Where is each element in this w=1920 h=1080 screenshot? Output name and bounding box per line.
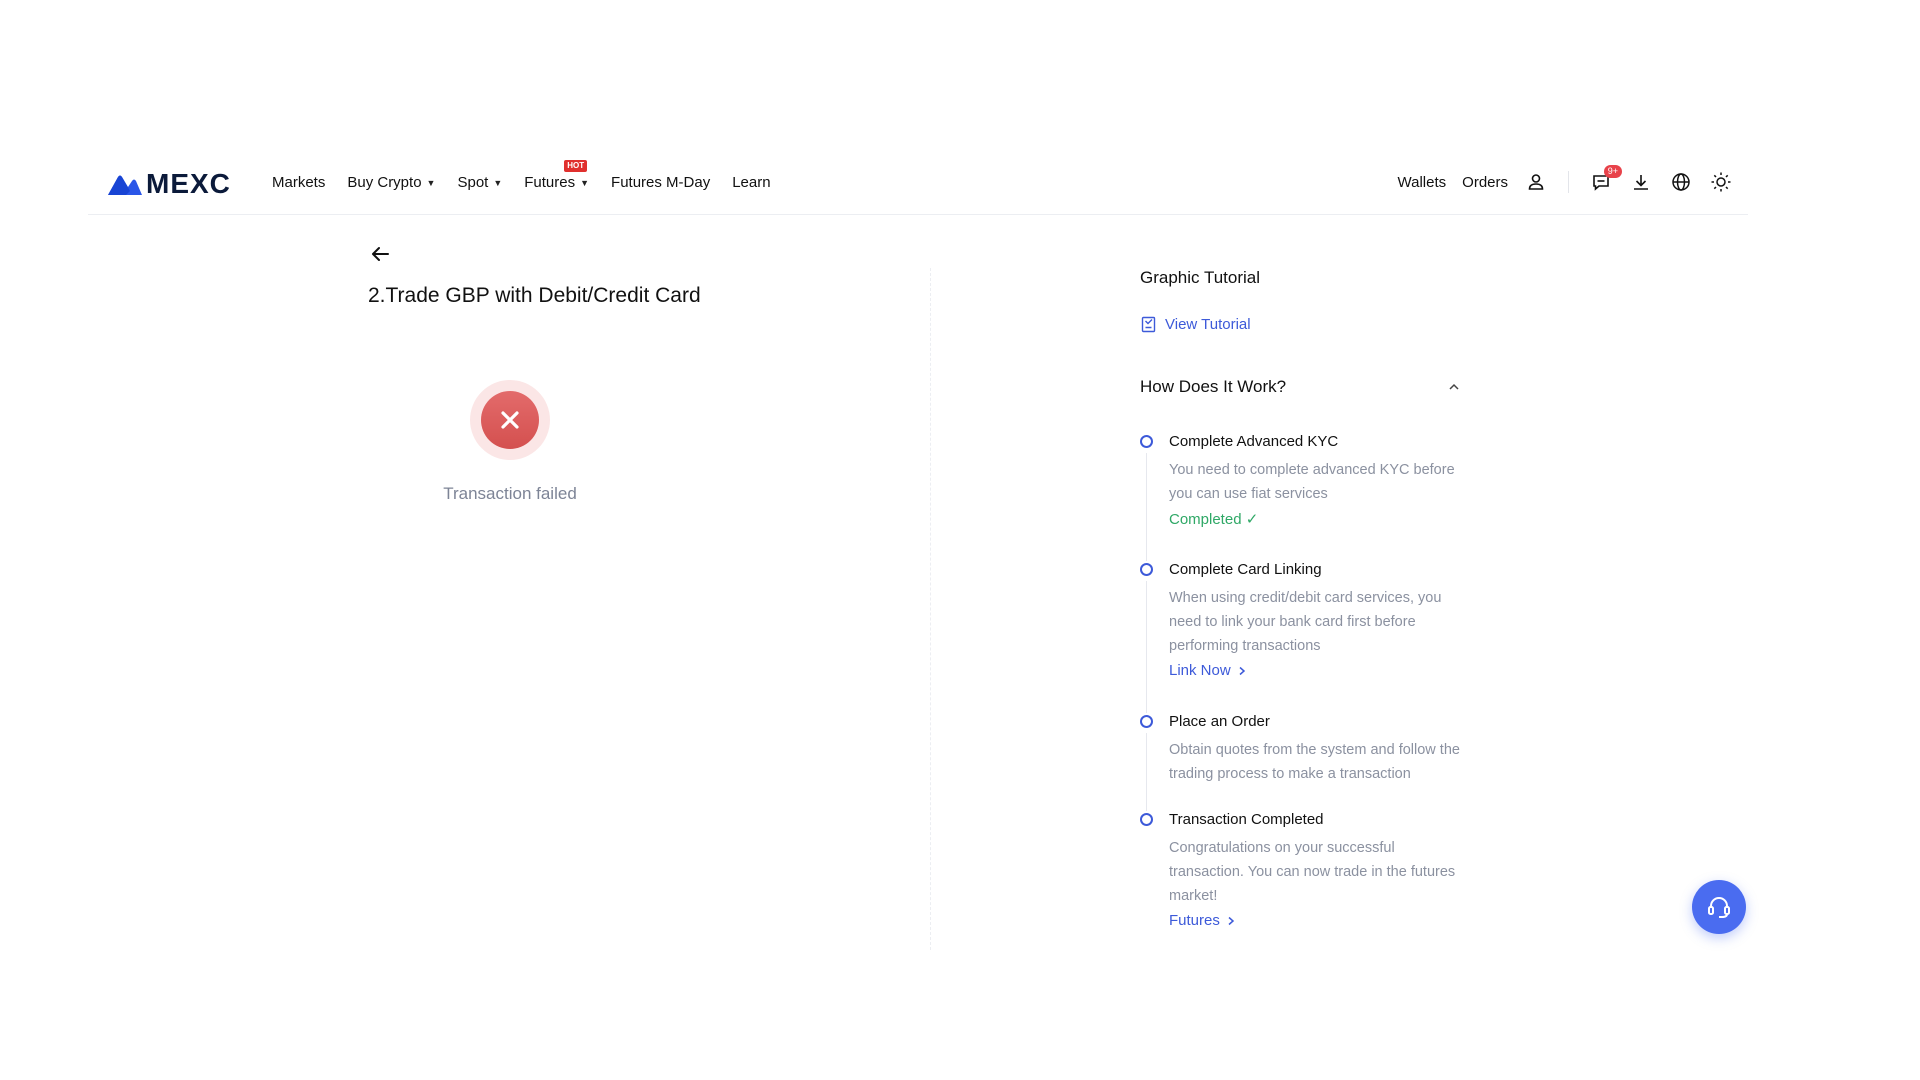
back-arrow-icon[interactable] bbox=[368, 242, 394, 268]
step-description: You need to complete advanced KYC before… bbox=[1169, 462, 1455, 502]
steps-list: Complete Advanced KYC You need to comple… bbox=[1140, 433, 1462, 930]
step-dot bbox=[1140, 715, 1153, 728]
step-item: Transaction Completed Congratulations on… bbox=[1140, 811, 1462, 930]
page-title: 2.Trade GBP with Debit/Credit Card bbox=[368, 284, 701, 307]
orders-link[interactable]: Orders bbox=[1462, 174, 1508, 191]
nav-learn-label: Learn bbox=[732, 174, 771, 191]
transaction-status: Transaction failed bbox=[443, 484, 577, 503]
link-now-button[interactable]: Link Now bbox=[1169, 662, 1247, 679]
trade-panel: 2.Trade GBP with Debit/Credit Card Trans… bbox=[368, 242, 708, 503]
main-nav: Markets Buy Crypto ▼ Spot ▼ HOT Futures … bbox=[272, 160, 771, 191]
header-right: Wallets Orders 9+ bbox=[1398, 165, 1733, 194]
step-dot bbox=[1140, 435, 1153, 448]
nav-futures[interactable]: HOT Futures ▼ bbox=[524, 160, 590, 191]
graphic-tutorial-title: Graphic Tutorial bbox=[1140, 268, 1260, 287]
caret-down-icon: ▼ bbox=[493, 177, 503, 188]
step-dot bbox=[1140, 813, 1153, 826]
message-icon[interactable]: 9+ bbox=[1589, 165, 1622, 194]
step-title: Complete Advanced KYC bbox=[1169, 433, 1339, 450]
user-icon[interactable] bbox=[1524, 170, 1548, 194]
chevron-up-icon[interactable] bbox=[1446, 379, 1462, 395]
header-divider bbox=[1568, 171, 1569, 193]
step-description: Obtain quotes from the system and follow… bbox=[1169, 742, 1460, 782]
step-connector bbox=[1146, 453, 1147, 561]
nav-buy-crypto-label: Buy Crypto bbox=[347, 174, 422, 191]
book-icon bbox=[1141, 316, 1156, 333]
step-dot bbox=[1140, 563, 1153, 576]
nav-buy-crypto[interactable]: Buy Crypto ▼ bbox=[347, 174, 435, 191]
sun-icon[interactable] bbox=[1709, 170, 1733, 194]
hot-badge: HOT bbox=[564, 160, 588, 172]
page-frame: MEXC Markets Buy Crypto ▼ Spot ▼ HOT Fut… bbox=[88, 150, 1748, 950]
globe-icon[interactable] bbox=[1669, 170, 1693, 194]
nav-markets-label: Markets bbox=[272, 174, 326, 191]
mexc-mountain-icon bbox=[108, 175, 142, 195]
brand-name: MEXC bbox=[146, 168, 231, 199]
futures-link[interactable]: Futures bbox=[1169, 912, 1236, 929]
status-block: Transaction failed bbox=[443, 380, 577, 503]
link-now-label: Link Now bbox=[1169, 662, 1231, 679]
step-connector bbox=[1146, 581, 1147, 713]
view-tutorial-link[interactable]: View Tutorial bbox=[1140, 316, 1462, 333]
nav-spot-label: Spot bbox=[457, 174, 489, 191]
top-header: MEXC Markets Buy Crypto ▼ Spot ▼ HOT Fut… bbox=[88, 150, 1748, 215]
view-tutorial-label: View Tutorial bbox=[1165, 316, 1251, 333]
nav-spot[interactable]: Spot ▼ bbox=[457, 174, 502, 191]
step-connector bbox=[1146, 733, 1147, 811]
step-item: Complete Advanced KYC You need to comple… bbox=[1140, 433, 1462, 561]
nav-learn[interactable]: Learn bbox=[732, 174, 770, 191]
chevron-right-icon bbox=[1239, 666, 1245, 675]
error-x-icon bbox=[481, 391, 539, 449]
download-icon[interactable] bbox=[1629, 170, 1653, 194]
step-description: When using credit/debit card services, y… bbox=[1169, 590, 1442, 654]
step-title: Transaction Completed bbox=[1169, 811, 1324, 828]
how-it-works-title: How Does It Work? bbox=[1140, 377, 1287, 396]
nav-futures-label: Futures bbox=[524, 174, 576, 191]
caret-down-icon: ▼ bbox=[426, 177, 436, 188]
wallets-link[interactable]: Wallets bbox=[1398, 174, 1447, 191]
error-ring bbox=[470, 380, 550, 460]
how-it-works-header[interactable]: How Does It Work? bbox=[1140, 377, 1462, 397]
step-item: Place an Order Obtain quotes from the sy… bbox=[1140, 713, 1462, 811]
futures-link-label: Futures bbox=[1169, 912, 1220, 929]
support-chat-button[interactable] bbox=[1692, 880, 1746, 934]
mexc-logo[interactable]: MEXC bbox=[106, 168, 231, 199]
step-title: Place an Order bbox=[1169, 713, 1270, 730]
step-title: Complete Card Linking bbox=[1169, 561, 1322, 578]
step-description: Congratulations on your successful trans… bbox=[1169, 840, 1456, 904]
headset-icon bbox=[1708, 897, 1730, 918]
caret-down-icon: ▼ bbox=[580, 177, 590, 188]
nav-futures-mday-label: Futures M-Day bbox=[611, 174, 711, 191]
step-completed-status: Completed ✓ bbox=[1169, 511, 1259, 528]
chevron-right-icon bbox=[1228, 916, 1234, 925]
tutorial-panel: Graphic Tutorial View Tutorial How Does … bbox=[1140, 268, 1462, 930]
nav-futures-mday[interactable]: Futures M-Day bbox=[611, 174, 710, 191]
notification-badge: 9+ bbox=[1603, 165, 1622, 178]
panel-divider bbox=[930, 268, 931, 950]
nav-markets[interactable]: Markets bbox=[272, 174, 325, 191]
step-item: Complete Card Linking When using credit/… bbox=[1140, 561, 1462, 713]
